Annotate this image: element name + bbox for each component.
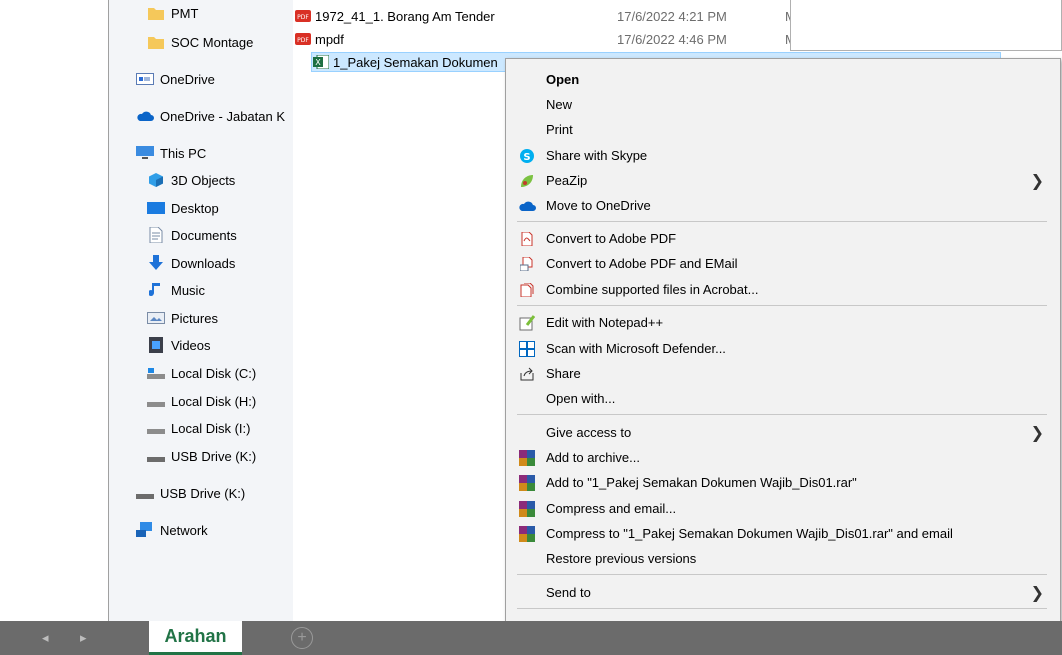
nav-item-desktop[interactable]: Desktop — [147, 197, 219, 219]
nav-item-local-disk-i[interactable]: Local Disk (I:) — [147, 417, 250, 439]
svg-text:X: X — [315, 58, 321, 67]
file-date: 17/6/2022 4:46 PM — [617, 32, 727, 47]
svg-text:PDF: PDF — [297, 37, 309, 44]
menu-item-open[interactable]: Open — [506, 67, 1058, 92]
menu-item-share[interactable]: Share — [506, 361, 1058, 386]
computer-icon — [136, 145, 154, 161]
nav-item-videos[interactable]: Videos — [147, 334, 211, 356]
document-icon — [147, 227, 165, 243]
cloud-icon — [136, 108, 154, 124]
folder-icon — [147, 5, 165, 21]
menu-item-convert-adobe-pdf[interactable]: Convert to Adobe PDF — [506, 226, 1058, 251]
menu-separator — [517, 221, 1047, 222]
winrar-icon — [518, 500, 536, 518]
video-icon — [147, 337, 165, 353]
skype-icon: S — [518, 147, 536, 165]
menu-item-peazip[interactable]: PeaZip ❯ — [506, 168, 1058, 193]
menu-item-defender-scan[interactable]: Scan with Microsoft Defender... — [506, 336, 1058, 361]
winrar-icon — [518, 449, 536, 467]
winrar-icon — [518, 474, 536, 492]
cube-icon — [147, 172, 165, 188]
chevron-right-icon: ❯ — [1030, 424, 1044, 442]
nav-item-onedrive[interactable]: OneDrive — [136, 68, 215, 90]
nav-item-usb-drive-k[interactable]: USB Drive (K:) — [147, 445, 256, 467]
menu-item-notepad[interactable]: Edit with Notepad++ — [506, 310, 1058, 335]
menu-item-convert-adobe-email[interactable]: Convert to Adobe PDF and EMail — [506, 251, 1058, 276]
menu-separator — [517, 608, 1047, 609]
drive-icon — [147, 365, 165, 381]
menu-item-add-rar[interactable]: Add to "1_Pakej Semakan Dokumen Wajib_Di… — [506, 470, 1058, 495]
nav-item-soc-montage[interactable]: SOC Montage — [147, 31, 253, 53]
cloud-icon — [518, 197, 536, 215]
menu-item-send-to[interactable]: Send to ❯ — [506, 580, 1058, 605]
acrobat-combine-icon — [518, 281, 536, 299]
menu-item-move-onedrive[interactable]: Move to OneDrive — [506, 193, 1058, 218]
nav-item-network[interactable]: Network — [136, 519, 208, 541]
sheet-tab-bar: ◂ ▸ Arahan + — [0, 621, 1062, 655]
nav-item-usb-drive-k-root[interactable]: USB Drive (K:) — [136, 482, 245, 504]
tooltip-panel — [790, 0, 1062, 51]
add-sheet-icon[interactable]: + — [291, 627, 313, 649]
drive-icon — [147, 420, 165, 436]
svg-text:PDF: PDF — [297, 14, 309, 21]
menu-separator — [517, 305, 1047, 306]
svg-text:S: S — [523, 152, 530, 163]
menu-item-combine-acrobat[interactable]: Combine supported files in Acrobat... — [506, 277, 1058, 302]
menu-item-give-access[interactable]: Give access to ❯ — [506, 420, 1058, 445]
usb-drive-icon — [136, 485, 154, 501]
scroll-right-icon[interactable]: ▸ — [80, 630, 87, 646]
menu-separator — [517, 414, 1047, 415]
music-icon — [147, 282, 165, 298]
menu-item-print[interactable]: Print — [506, 117, 1058, 142]
menu-item-open-with[interactable]: Open with... — [506, 386, 1058, 411]
nav-item-pmt[interactable]: PMT — [147, 2, 198, 24]
folder-icon — [147, 34, 165, 50]
usb-drive-icon — [147, 448, 165, 464]
menu-item-add-archive[interactable]: Add to archive... — [506, 445, 1058, 470]
excel-icon: X — [313, 55, 329, 69]
adobe-pdf-icon — [518, 230, 536, 248]
nav-item-local-disk-c[interactable]: Local Disk (C:) — [147, 362, 256, 384]
nav-item-this-pc[interactable]: This PC — [136, 142, 206, 164]
pdf-icon: PDF — [295, 32, 311, 46]
menu-item-restore-versions[interactable]: Restore previous versions — [506, 546, 1058, 571]
nav-item-documents[interactable]: Documents — [147, 224, 237, 246]
network-icon — [136, 522, 154, 538]
sheet-tab-arahan[interactable]: Arahan — [149, 621, 242, 655]
menu-separator — [517, 574, 1047, 575]
pdf-icon: PDF — [295, 9, 311, 23]
navigation-pane: PMT SOC Montage OneDrive OneDrive - Jaba… — [109, 0, 293, 621]
background-left — [0, 0, 108, 621]
nav-item-local-disk-h[interactable]: Local Disk (H:) — [147, 390, 256, 412]
nav-item-downloads[interactable]: Downloads — [147, 252, 235, 274]
menu-item-new[interactable]: New — [506, 92, 1058, 117]
file-row-selected[interactable]: X 1_Pakej Semakan Dokumen — [313, 52, 498, 72]
nav-item-music[interactable]: Music — [147, 279, 205, 301]
menu-item-share-skype[interactable]: S Share with Skype — [506, 143, 1058, 168]
nav-item-pictures[interactable]: Pictures — [147, 307, 218, 329]
winrar-icon — [518, 525, 536, 543]
peazip-icon — [518, 172, 536, 190]
file-row[interactable]: PDF 1972_41_1. Borang Am Tender — [295, 6, 595, 26]
scroll-left-icon[interactable]: ◂ — [42, 630, 49, 646]
file-date: 17/6/2022 4:21 PM — [617, 9, 727, 24]
context-menu: Open New Print S Share with Skype PeaZip… — [505, 58, 1061, 623]
onedrive-icon — [136, 71, 154, 87]
desktop-icon — [147, 200, 165, 216]
menu-item-compress-rar-email[interactable]: Compress to "1_Pakej Semakan Dokumen Waj… — [506, 521, 1058, 546]
notepad-plus-plus-icon — [518, 314, 536, 332]
defender-icon — [518, 340, 536, 358]
share-icon — [518, 365, 536, 383]
pictures-icon — [147, 310, 165, 326]
nav-item-onedrive-jabatan[interactable]: OneDrive - Jabatan K — [136, 105, 285, 127]
chevron-right-icon: ❯ — [1030, 172, 1044, 190]
menu-item-compress-email[interactable]: Compress and email... — [506, 496, 1058, 521]
adobe-email-icon — [518, 255, 536, 273]
drive-icon — [147, 393, 165, 409]
file-row[interactable]: PDF mpdf — [295, 29, 595, 49]
nav-item-3d-objects[interactable]: 3D Objects — [147, 169, 235, 191]
download-icon — [147, 255, 165, 271]
chevron-right-icon: ❯ — [1030, 584, 1044, 602]
